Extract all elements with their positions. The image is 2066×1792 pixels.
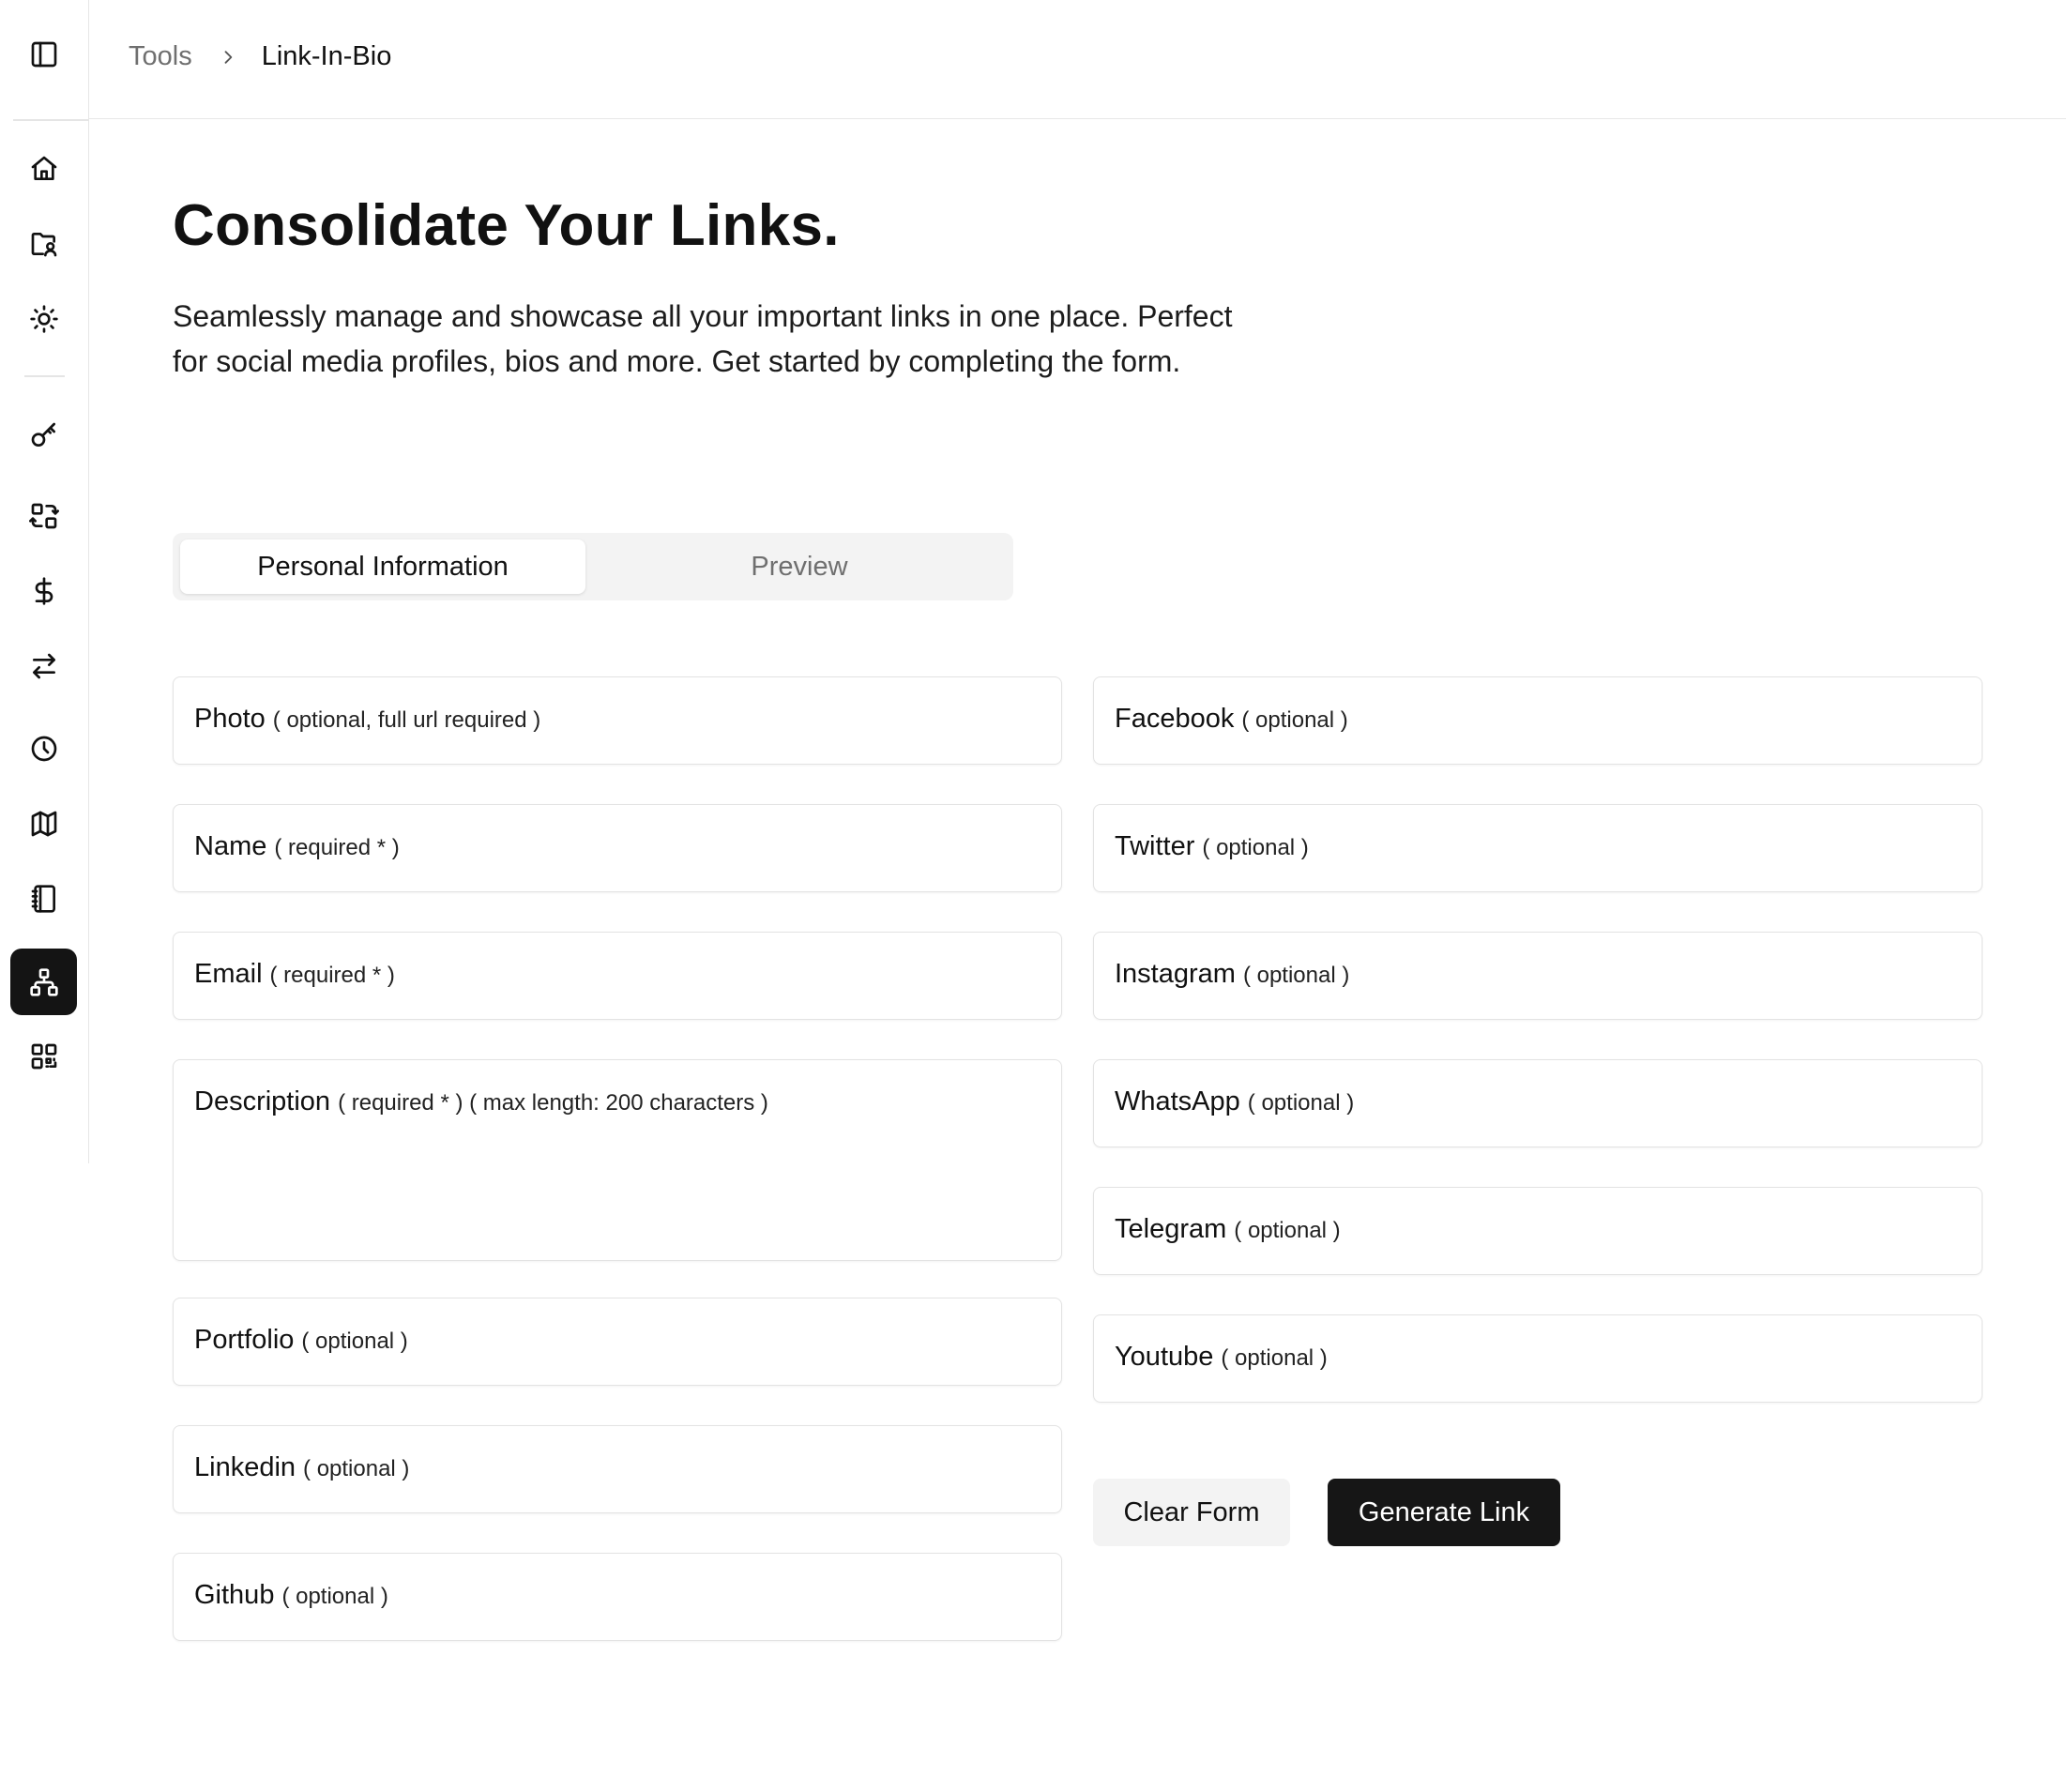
- description-textarea[interactable]: Description ( required * ) ( max length: …: [173, 1059, 1062, 1261]
- whatsapp-field[interactable]: WhatsApp ( optional ): [1093, 1059, 1982, 1147]
- name-field-hint: ( required * ): [274, 835, 400, 860]
- telegram-field-label: Telegram: [1115, 1214, 1227, 1244]
- instagram-field-hint: ( optional ): [1242, 963, 1350, 988]
- github-field-hint: ( optional ): [281, 1584, 388, 1609]
- sidebar-item-home[interactable]: [10, 135, 77, 202]
- whatsapp-field-label: WhatsApp: [1115, 1086, 1240, 1116]
- photo-field[interactable]: Photo( optional, full url required ): [173, 676, 1062, 765]
- twitter-field-label: Twitter: [1115, 831, 1195, 861]
- name-field-label: Name: [194, 831, 267, 861]
- sidebar-item-map[interactable]: [10, 790, 77, 857]
- email-field-hint: ( required * ): [269, 963, 395, 988]
- sidebar-item-time[interactable]: [10, 715, 77, 782]
- sun-icon: [29, 304, 58, 333]
- page-title: Consolidate Your Links.: [173, 193, 840, 258]
- sidebar-item-folder-user[interactable]: [10, 210, 77, 277]
- youtube-field-hint: ( optional ): [1221, 1345, 1328, 1371]
- tab-personal-information[interactable]: Personal Information: [180, 539, 585, 594]
- sidebar-item-link-in-bio[interactable]: [10, 949, 77, 1015]
- instagram-field[interactable]: Instagram( optional ): [1093, 932, 1982, 1020]
- portfolio-field-hint: ( optional ): [301, 1329, 408, 1354]
- arrows-exchange-icon: [28, 503, 59, 528]
- facebook-field-hint: ( optional ): [1241, 707, 1348, 733]
- top-bar: Tools Link-In-Bio: [89, 0, 2066, 119]
- telegram-field[interactable]: Telegram ( optional ): [1093, 1187, 1982, 1275]
- sidebar-item-notebook[interactable]: [10, 865, 77, 932]
- email-field-label: Email: [194, 959, 263, 989]
- github-field[interactable]: Github( optional ): [173, 1553, 1062, 1641]
- facebook-field-label: Facebook: [1115, 704, 1235, 734]
- dollar-icon: [35, 576, 53, 605]
- linkedin-field-label: Linkedin: [194, 1452, 296, 1482]
- name-field[interactable]: Name ( required * ): [173, 804, 1062, 892]
- sidebar-divider-2: [24, 375, 65, 377]
- linkedin-field-hint: ( optional ): [303, 1456, 410, 1481]
- breadcrumb-tools-link[interactable]: Tools: [129, 41, 192, 72]
- breadcrumb: Tools Link-In-Bio: [129, 41, 391, 72]
- chevron-right-icon: [219, 48, 237, 67]
- sidebar-item-qr-code[interactable]: [10, 1023, 77, 1089]
- sidebar-item-theme[interactable]: [10, 285, 77, 352]
- linkedin-field[interactable]: Linkedin ( optional ): [173, 1425, 1062, 1513]
- portfolio-field[interactable]: Portfolio( optional ): [173, 1298, 1062, 1386]
- clear-form-button[interactable]: Clear Form: [1093, 1479, 1290, 1546]
- generate-link-button[interactable]: Generate Link: [1328, 1479, 1560, 1546]
- description-field-hint: ( required * ) ( max length: 200 charact…: [338, 1090, 768, 1116]
- sidebar-item-transfer[interactable]: [10, 632, 77, 699]
- breadcrumb-current: Link-In-Bio: [261, 41, 392, 71]
- page-description: Seamlessly manage and showcase all your …: [173, 299, 1233, 378]
- home-icon: [31, 156, 56, 180]
- photo-field-hint: ( optional, full url required ): [272, 707, 541, 733]
- github-field-label: Github: [194, 1580, 275, 1610]
- photo-field-label: Photo: [194, 704, 266, 734]
- portfolio-field-label: Portfolio: [194, 1325, 295, 1355]
- sidebar-item-password[interactable]: [10, 402, 77, 468]
- telegram-field-hint: ( optional ): [1234, 1218, 1341, 1243]
- whatsapp-field-hint: ( optional ): [1247, 1090, 1355, 1116]
- facebook-field[interactable]: Facebook( optional ): [1093, 676, 1982, 765]
- sidebar-toggle-icon: [31, 41, 56, 67]
- sidebar-item-converter[interactable]: [10, 482, 77, 549]
- sidebar-item-currency[interactable]: [10, 557, 77, 624]
- description-field-label: Description: [194, 1086, 331, 1116]
- youtube-field[interactable]: Youtube ( optional ): [1093, 1314, 1982, 1403]
- sidebar: [0, 0, 89, 1163]
- sidebar-toggle-button[interactable]: [10, 21, 77, 87]
- tab-preview[interactable]: Preview: [593, 539, 1006, 594]
- sitemap-icon: [29, 967, 58, 996]
- youtube-field-label: Youtube: [1115, 1342, 1214, 1372]
- email-field[interactable]: Email( required * ): [173, 932, 1062, 1020]
- map-icon: [31, 811, 56, 836]
- instagram-field-label: Instagram: [1115, 959, 1236, 989]
- notebook-icon: [31, 884, 55, 913]
- clock-icon: [31, 736, 56, 761]
- twitter-field[interactable]: Twitter ( optional ): [1093, 804, 1982, 892]
- transfer-icon: [32, 653, 55, 678]
- folder-user-icon: [31, 232, 56, 256]
- twitter-field-hint: ( optional ): [1202, 835, 1309, 860]
- sidebar-divider: [13, 119, 89, 121]
- tab-list: Personal Information Preview: [173, 533, 1013, 600]
- key-icon: [31, 422, 55, 447]
- qr-code-icon: [31, 1043, 56, 1069]
